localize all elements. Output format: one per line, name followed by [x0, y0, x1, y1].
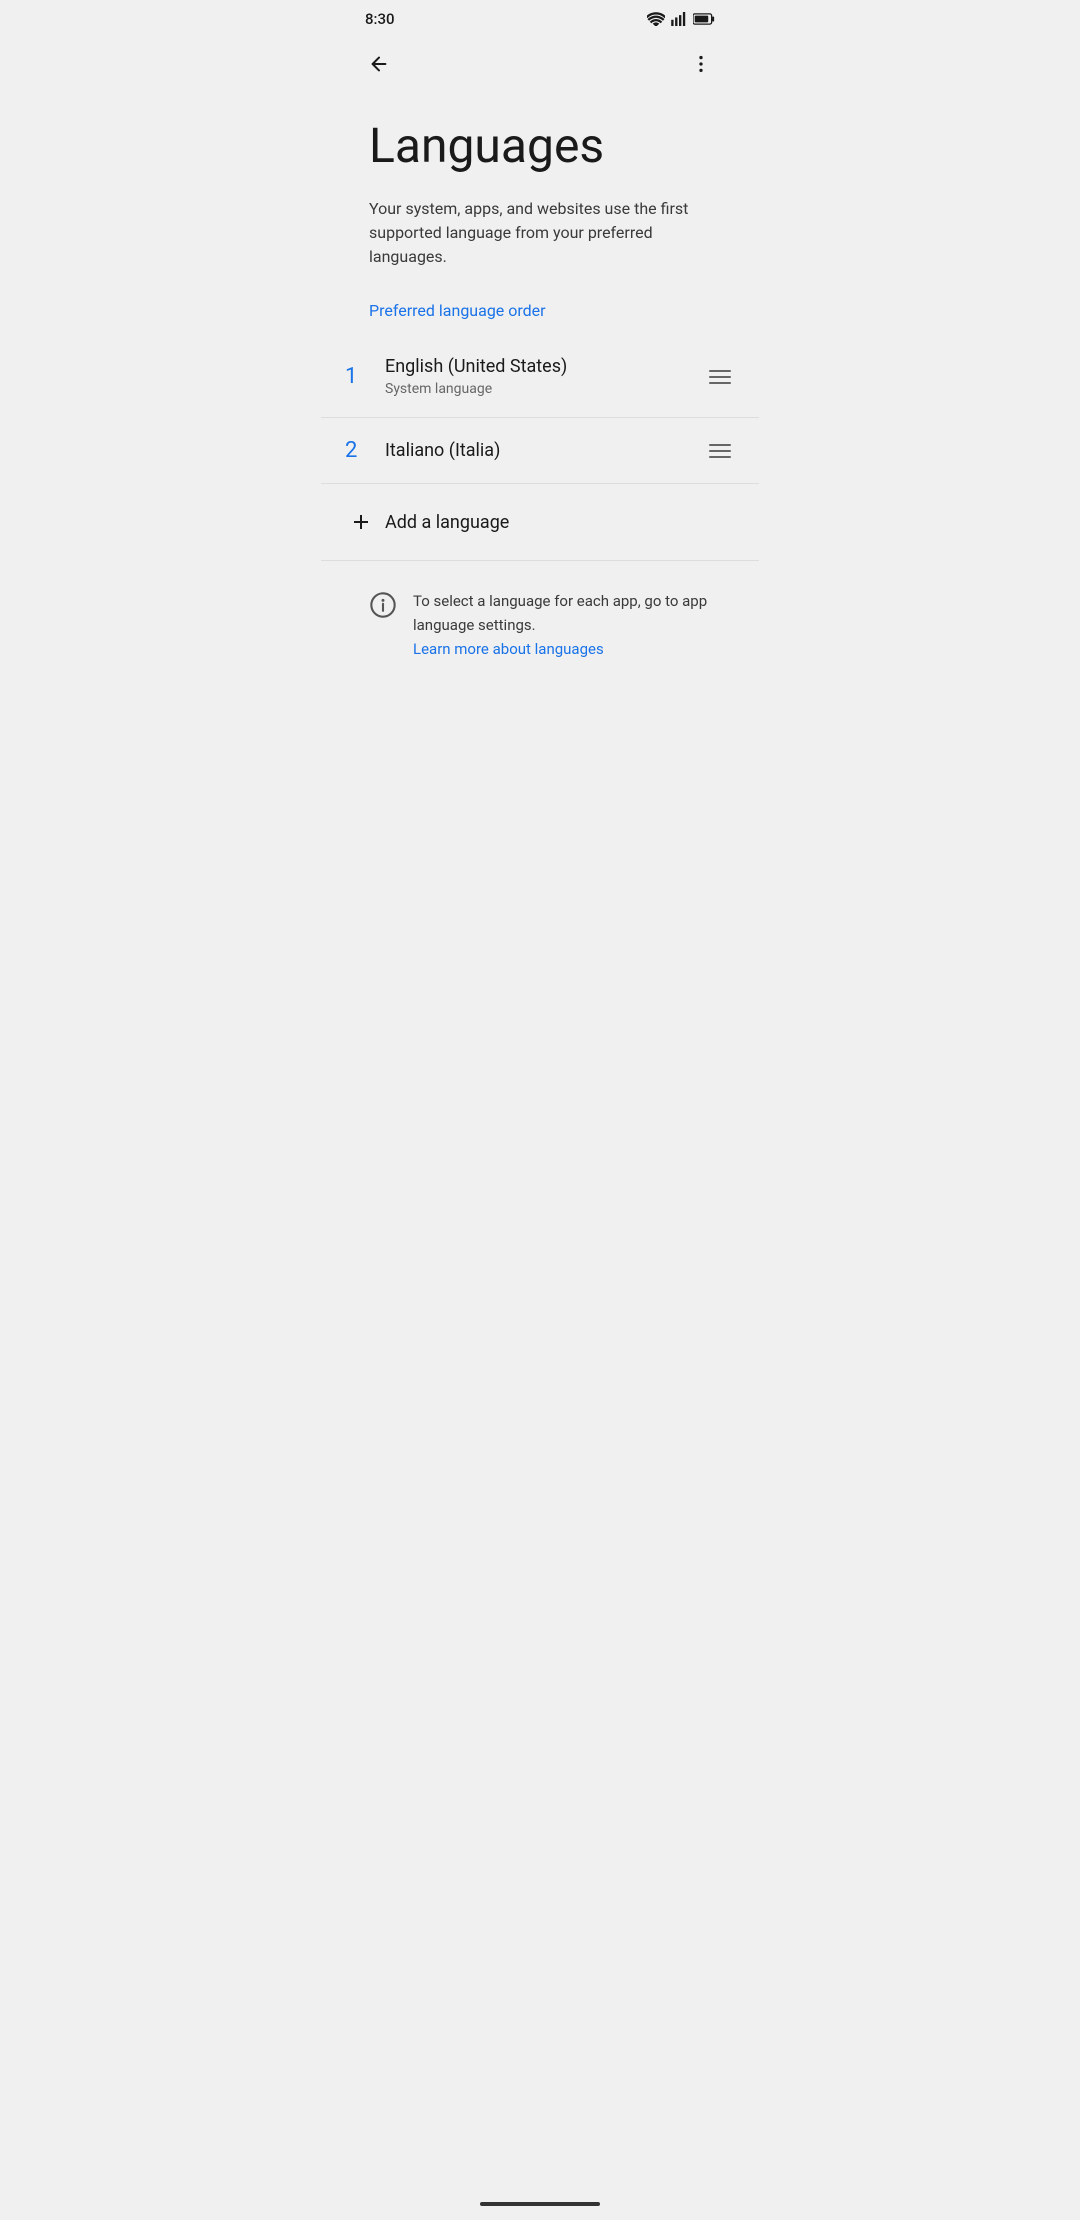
language-name-1: English (United States)	[385, 356, 705, 377]
page-description: Your system, apps, and websites use the …	[369, 197, 711, 269]
drag-handle-line	[709, 456, 731, 458]
bottom-bar	[345, 2188, 735, 2220]
drag-handle-line	[709, 376, 731, 378]
language-item-2[interactable]: 2 Italiano (Italia)	[321, 418, 759, 484]
wifi-icon	[647, 12, 665, 26]
status-icons	[647, 12, 715, 26]
more-vert-icon	[690, 53, 712, 75]
toolbar	[345, 34, 735, 94]
signal-icon	[671, 12, 687, 26]
drag-handle-1[interactable]	[705, 366, 735, 388]
back-button[interactable]	[357, 42, 401, 86]
language-number-1: 1	[345, 364, 377, 389]
drag-handle-line	[709, 444, 731, 446]
language-number-2: 2	[345, 438, 377, 463]
info-text: To select a language for each app, go to…	[413, 589, 711, 661]
language-name-2: Italiano (Italia)	[385, 440, 705, 461]
page-title: Languages	[369, 118, 711, 173]
back-arrow-icon	[368, 53, 390, 75]
drag-handle-line	[709, 370, 731, 372]
preferred-language-order-header[interactable]: Preferred language order	[369, 301, 711, 320]
info-section: To select a language for each app, go to…	[345, 561, 735, 685]
language-list: 1 English (United States) System languag…	[321, 336, 759, 561]
drag-handle-2[interactable]	[705, 440, 735, 462]
drag-handle-line	[709, 382, 731, 384]
home-indicator	[480, 2202, 600, 2206]
language-item-1[interactable]: 1 English (United States) System languag…	[321, 336, 759, 418]
status-time: 8:30	[365, 10, 395, 28]
more-options-button[interactable]	[679, 42, 723, 86]
drag-handle-line	[709, 450, 731, 452]
battery-icon	[693, 13, 715, 25]
learn-more-link[interactable]: Learn more about languages	[413, 640, 604, 658]
info-icon	[369, 591, 397, 619]
add-language-label: Add a language	[377, 512, 509, 533]
language-info-1: English (United States) System language	[377, 356, 705, 397]
add-icon	[345, 506, 377, 538]
language-info-2: Italiano (Italia)	[377, 440, 705, 461]
add-language-button[interactable]: Add a language	[321, 484, 759, 561]
main-content: Languages Your system, apps, and website…	[345, 94, 735, 320]
status-bar: 8:30	[345, 0, 735, 34]
language-subtitle-1: System language	[385, 381, 705, 397]
